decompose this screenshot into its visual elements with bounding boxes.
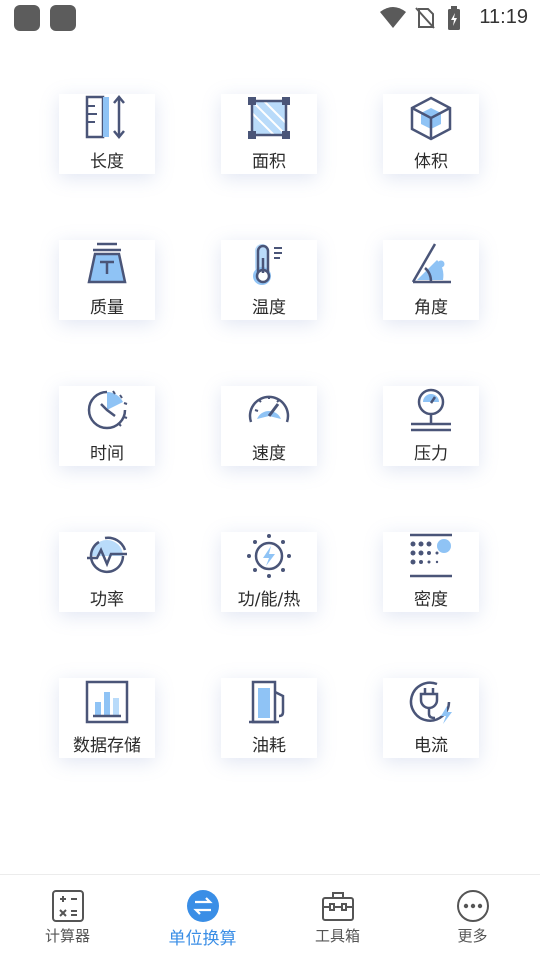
tile-label: 功/能/热 — [237, 590, 301, 610]
no-sim-icon — [415, 7, 435, 29]
tile-label: 速度 — [252, 444, 286, 464]
tile-label: 面积 — [252, 152, 286, 172]
tile-time[interactable]: 时间 — [59, 386, 155, 466]
tile-label: 功率 — [90, 590, 124, 610]
clock-icon — [87, 390, 128, 430]
density-dots-icon — [410, 533, 452, 578]
bar-chart-storage-icon — [85, 680, 129, 724]
tile-label: 数据存储 — [73, 736, 141, 756]
speedometer-icon — [248, 395, 290, 423]
tile-label: 长度 — [90, 152, 124, 172]
energy-bolt-icon — [247, 534, 291, 578]
tile-power[interactable]: 功率 — [59, 532, 155, 612]
clock-time: 11:19 — [479, 6, 528, 28]
tile-speed[interactable]: 速度 — [221, 386, 317, 466]
pressure-gauge-icon — [411, 388, 451, 432]
angle-icon — [411, 243, 451, 284]
nav-label: 工具箱 — [314, 927, 360, 945]
notification-icon — [14, 5, 40, 31]
tile-temperature[interactable]: 温度 — [221, 240, 317, 320]
tile-pressure[interactable]: 压力 — [383, 386, 479, 466]
tile-current[interactable]: 电流 — [383, 678, 479, 758]
tile-label: 角度 — [414, 298, 448, 318]
nav-label: 计算器 — [44, 927, 90, 945]
more-dots-icon — [456, 890, 489, 922]
tile-area[interactable]: 面积 — [221, 94, 317, 174]
tile-label: 时间 — [90, 444, 124, 464]
tile-label: 质量 — [90, 298, 124, 318]
volume-cube-icon — [410, 96, 452, 141]
tile-density[interactable]: 密度 — [383, 532, 479, 612]
wifi-icon — [380, 7, 406, 28]
nav-label: 单位换算 — [168, 929, 237, 949]
status-bar: 11:19 — [0, 0, 540, 38]
tile-volume[interactable]: 体积 — [383, 94, 479, 174]
power-pulse-icon — [87, 536, 127, 574]
tile-label: 体积 — [414, 152, 448, 172]
tile-length[interactable]: 长度 — [59, 94, 155, 174]
notification-icon — [50, 5, 76, 31]
ruler-length-icon — [85, 95, 125, 139]
bottom-navigation: 计算器 单位换算 工具箱 更多 — [0, 874, 540, 961]
tile-label: 温度 — [252, 298, 286, 318]
nav-more[interactable]: 更多 — [405, 875, 540, 961]
tile-mass[interactable]: 质量 — [59, 240, 155, 320]
tile-energy[interactable]: 功/能/热 — [221, 532, 317, 612]
fuel-pump-icon — [249, 680, 285, 724]
tile-label: 密度 — [414, 590, 448, 610]
tile-fuel[interactable]: 油耗 — [221, 678, 317, 758]
tile-label: 油耗 — [252, 736, 286, 756]
tile-data-storage[interactable]: 数据存储 — [59, 678, 155, 758]
nav-unit-conversion[interactable]: 单位换算 — [135, 875, 270, 961]
calculator-icon — [51, 890, 84, 922]
weight-icon — [87, 242, 127, 284]
area-square-icon — [248, 97, 290, 139]
thermometer-icon — [253, 244, 282, 285]
convert-arrows-icon — [186, 890, 219, 922]
toolbox-icon — [321, 892, 354, 921]
battery-charging-icon — [448, 6, 460, 30]
nav-label: 更多 — [457, 927, 488, 945]
nav-calculator[interactable]: 计算器 — [0, 875, 135, 961]
nav-toolbox[interactable]: 工具箱 — [270, 875, 405, 961]
tile-angle[interactable]: 角度 — [383, 240, 479, 320]
plug-current-icon — [409, 681, 452, 724]
tile-label: 电流 — [414, 736, 448, 756]
tile-label: 压力 — [414, 444, 448, 464]
